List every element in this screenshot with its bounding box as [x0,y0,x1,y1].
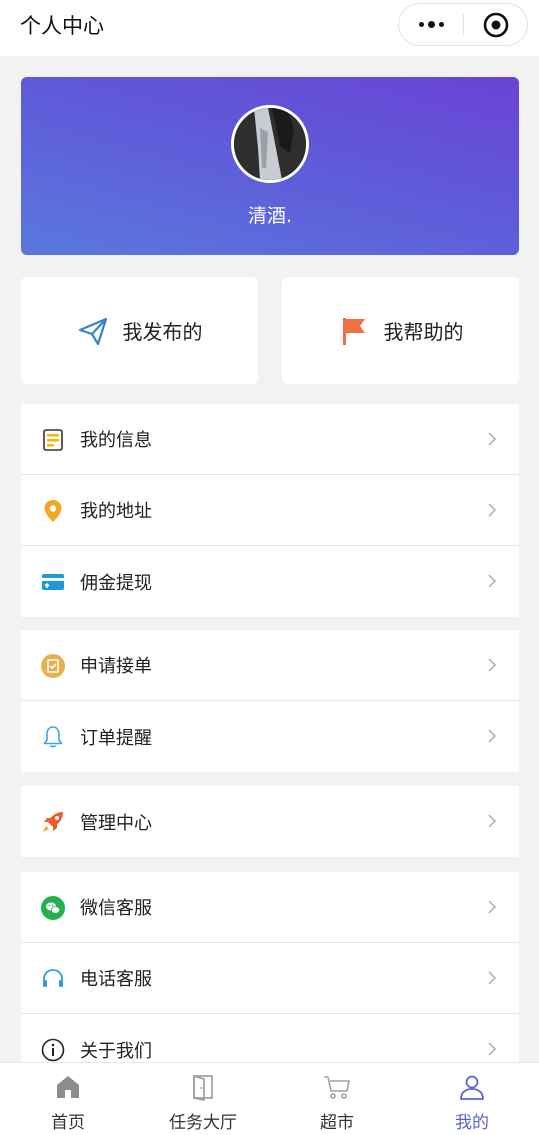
chevron-right-icon [488,432,497,446]
tab-label: 超市 [320,1113,354,1133]
chevron-right-icon [488,574,497,588]
menu-group-orders: 申请接单 订单提醒 [21,630,519,772]
page-title: 个人中心 [20,14,104,38]
card-icon [42,574,64,590]
close-target-icon[interactable] [483,12,509,38]
chevron-right-icon [488,814,497,828]
more-dot-icon [418,22,424,27]
menu-item-apply-orders[interactable]: 申请接单 [21,630,519,701]
home-icon [57,1076,79,1098]
my-helped-card[interactable]: 我帮助的 [282,277,519,384]
rocket-icon [43,812,63,832]
menu-item-admin-center[interactable]: 管理中心 [21,786,519,857]
menu-label: 我的地址 [80,501,152,522]
menu-item-order-reminder[interactable]: 订单提醒 [21,701,519,772]
menu-item-wechat-service[interactable]: 微信客服 [21,872,519,943]
chevron-right-icon [488,658,497,672]
wechat-icon [41,896,65,920]
tab-label: 任务大厅 [169,1113,237,1133]
menu-label: 关于我们 [80,1040,152,1062]
menu-group-account: 我的信息 我的地址 佣金提现 [21,404,519,617]
profile-name: 清酒. [247,205,293,227]
tab-task-hall[interactable]: 任务大厅 [143,1063,263,1135]
info-icon [41,1038,65,1062]
tab-mine[interactable]: 我的 [412,1063,532,1135]
avatar[interactable] [231,105,309,183]
paper-plane-icon [78,317,107,345]
tab-label: 我的 [455,1113,489,1133]
menu-label: 管理中心 [80,812,152,834]
my-helped-label: 我帮助的 [383,320,464,344]
capsule-divider [463,14,464,36]
menu-item-my-info[interactable]: 我的信息 [21,404,519,475]
my-published-label: 我发布的 [122,320,203,344]
door-icon [193,1074,213,1101]
tab-supermarket[interactable]: 超市 [277,1063,397,1135]
chevron-right-icon [488,971,497,985]
bottom-tabbar: 首页 任务大厅 超市 我的 [0,1062,539,1135]
document-icon [43,429,63,451]
menu-label: 订单提醒 [80,727,152,749]
menu-group-admin: 管理中心 [21,786,519,857]
profile-header: 清酒. [21,77,519,255]
chevron-right-icon [488,729,497,743]
top-navbar: 个人中心 [0,0,539,56]
my-published-card[interactable]: 我发布的 [21,277,258,384]
tab-home[interactable]: 首页 [8,1063,128,1135]
menu-item-my-address[interactable]: 我的地址 [21,475,519,546]
more-dot-icon [427,21,435,28]
flag-icon [342,317,365,345]
cart-icon [324,1076,350,1099]
menu-label: 微信客服 [80,898,152,919]
chevron-right-icon [488,900,497,914]
tab-label: 首页 [51,1113,85,1133]
menu-label: 电话客服 [80,969,152,990]
more-menu-button[interactable] [399,4,463,45]
chevron-right-icon [488,503,497,517]
location-pin-icon [44,500,62,522]
menu-label: 申请接单 [80,656,152,677]
user-icon [460,1075,484,1100]
menu-label: 我的信息 [80,430,152,451]
menu-label: 佣金提现 [80,572,152,594]
clipboard-check-icon [41,654,65,678]
chevron-right-icon [488,1042,497,1056]
menu-item-withdraw[interactable]: 佣金提现 [21,546,519,617]
menu-item-phone-service[interactable]: 电话客服 [21,943,519,1014]
mini-program-capsule [398,3,528,46]
headset-icon [43,969,63,987]
more-dot-icon [438,22,444,27]
bell-icon [43,726,63,748]
menu-group-support: 微信客服 电话客服 关于我们 [21,872,519,1085]
avatar-image [234,108,306,180]
